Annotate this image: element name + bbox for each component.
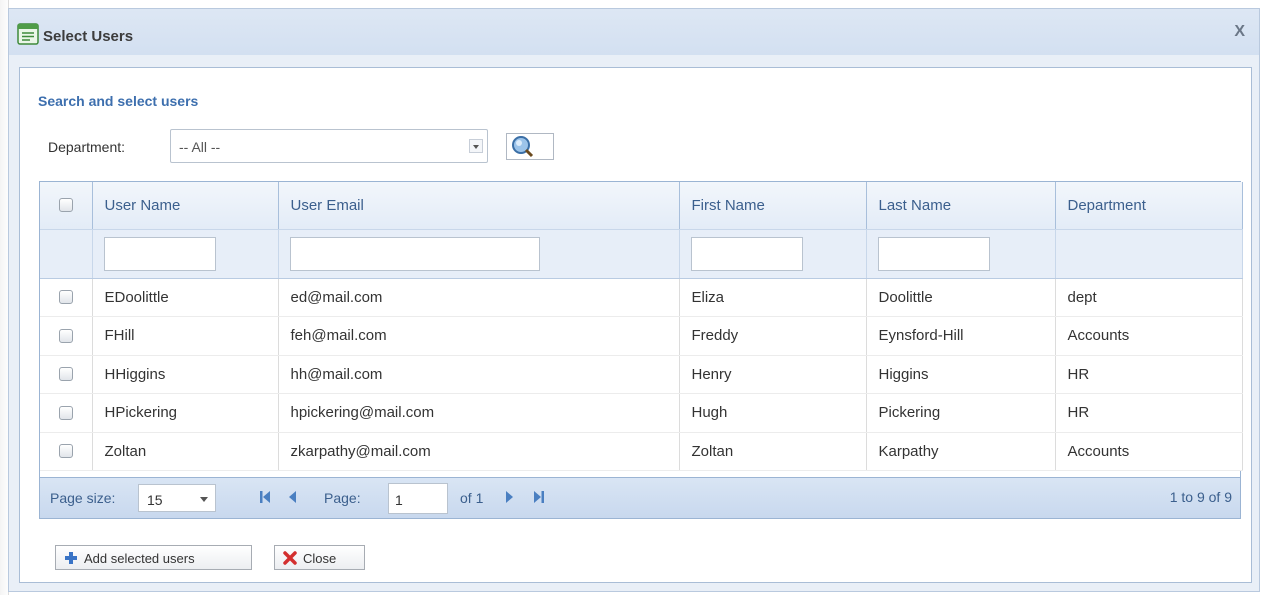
row-checkbox-cell [40, 393, 93, 433]
grid-pager: Page size: 15 Page: 1 of 1 1 to 9 of 9 [40, 477, 1240, 518]
cell-user-email: ed@mail.com [278, 278, 680, 317]
filter-spacer [40, 229, 93, 279]
filter-cell-last-name [866, 229, 1056, 279]
column-header-user-email[interactable]: User Email [278, 182, 680, 230]
dialog-titlebar[interactable]: Select Users X [9, 9, 1259, 55]
cell-department: HR [1055, 393, 1243, 433]
page-size-value: 15 [147, 492, 163, 508]
cell-first-name: Freddy [679, 316, 867, 356]
department-select[interactable]: -- All -- [170, 129, 488, 163]
row-checkbox-cell [40, 432, 93, 471]
cell-last-name: Karpathy [866, 432, 1056, 471]
page-summary: 1 to 9 of 9 [1169, 489, 1232, 505]
cell-department: Accounts [1055, 316, 1243, 356]
chevron-down-icon [200, 497, 208, 502]
row-checkbox[interactable] [58, 290, 73, 305]
column-header-department[interactable]: Department [1055, 182, 1243, 230]
row-checkbox[interactable] [58, 328, 73, 343]
filter-cell-department [1055, 229, 1243, 279]
table-row[interactable]: EDoolittle ed@mail.com Eliza Doolittle d… [40, 278, 1243, 317]
cell-first-name: Eliza [679, 278, 867, 317]
cell-user-email: hpickering@mail.com [278, 393, 680, 433]
filter-user-name-input[interactable] [103, 236, 216, 271]
cell-last-name: Higgins [866, 355, 1056, 394]
cell-user-email: hh@mail.com [278, 355, 680, 394]
select-all-checkbox[interactable] [58, 198, 73, 213]
cell-user-name: HPickering [92, 393, 279, 433]
cell-last-name: Eynsford-Hill [866, 316, 1056, 356]
add-selected-users-label: Add selected users [84, 551, 195, 566]
cell-user-name: EDoolittle [92, 278, 279, 317]
row-checkbox[interactable] [58, 367, 73, 382]
page-label: Page: [324, 490, 361, 506]
grid-filter-row [40, 229, 1243, 279]
cell-last-name: Pickering [866, 393, 1056, 433]
column-header-first-name[interactable]: First Name [679, 182, 867, 230]
table-row[interactable]: Zoltan zkarpathy@mail.com Zoltan Karpath… [40, 432, 1243, 471]
dialog-content: Search and select users Department: -- A… [19, 67, 1252, 583]
first-page-icon[interactable] [258, 490, 272, 504]
page-number-input[interactable]: 1 [388, 483, 448, 514]
column-header-user-name[interactable]: User Name [92, 182, 279, 230]
filter-first-name-input[interactable] [690, 236, 803, 271]
select-users-dialog: Select Users X Search and select users D… [8, 8, 1260, 592]
department-label: Department: [48, 139, 126, 155]
red-x-icon [283, 551, 297, 565]
filter-last-name-input[interactable] [877, 236, 990, 271]
cell-department: dept [1055, 278, 1243, 317]
cell-user-name: FHill [92, 316, 279, 356]
filter-cell-first-name [679, 229, 867, 279]
add-selected-users-button[interactable]: Add selected users [55, 545, 252, 570]
section-title: Search and select users [38, 93, 199, 109]
search-button[interactable] [506, 133, 554, 160]
row-checkbox-cell [40, 355, 93, 394]
form-icon [17, 23, 39, 45]
cell-first-name: Henry [679, 355, 867, 394]
cell-department: Accounts [1055, 432, 1243, 471]
department-select-value: -- All -- [179, 139, 221, 155]
last-page-icon[interactable] [532, 490, 546, 504]
cell-first-name: Zoltan [679, 432, 867, 471]
dialog-title: Select Users [43, 28, 134, 45]
table-row[interactable]: FHill feh@mail.com Freddy Eynsford-Hill … [40, 316, 1243, 356]
cell-last-name: Doolittle [866, 278, 1056, 317]
filter-cell-user-email [278, 229, 680, 279]
row-checkbox[interactable] [58, 444, 73, 459]
search-icon [512, 136, 534, 158]
page-size-label: Page size: [50, 490, 116, 506]
cell-user-email: feh@mail.com [278, 316, 680, 356]
plus-icon [65, 552, 77, 564]
grid-header-row: User Name User Email First Name Last Nam… [40, 182, 1243, 230]
cell-user-name: Zoltan [92, 432, 279, 471]
cell-user-email: zkarpathy@mail.com [278, 432, 680, 471]
row-checkbox[interactable] [58, 405, 73, 420]
prev-page-icon[interactable] [288, 490, 298, 504]
cell-department: HR [1055, 355, 1243, 394]
table-row[interactable]: HPickering hpickering@mail.com Hugh Pick… [40, 393, 1243, 433]
cell-user-name: HHiggins [92, 355, 279, 394]
filter-user-email-input[interactable] [289, 236, 540, 271]
table-row[interactable]: HHiggins hh@mail.com Henry Higgins HR [40, 355, 1243, 394]
select-all-cell [40, 182, 93, 230]
next-page-icon[interactable] [504, 490, 514, 504]
row-checkbox-cell [40, 278, 93, 317]
filter-cell-user-name [92, 229, 279, 279]
chevron-down-icon[interactable] [469, 139, 483, 153]
close-icon[interactable]: X [1234, 23, 1245, 41]
page-count-label: of 1 [460, 490, 484, 506]
cell-first-name: Hugh [679, 393, 867, 433]
row-checkbox-cell [40, 316, 93, 356]
close-button-label: Close [303, 551, 337, 566]
column-header-last-name[interactable]: Last Name [866, 182, 1056, 230]
page-size-select[interactable]: 15 [138, 484, 216, 512]
users-grid: User Name User Email First Name Last Nam… [39, 181, 1243, 519]
close-button[interactable]: Close [274, 545, 365, 570]
